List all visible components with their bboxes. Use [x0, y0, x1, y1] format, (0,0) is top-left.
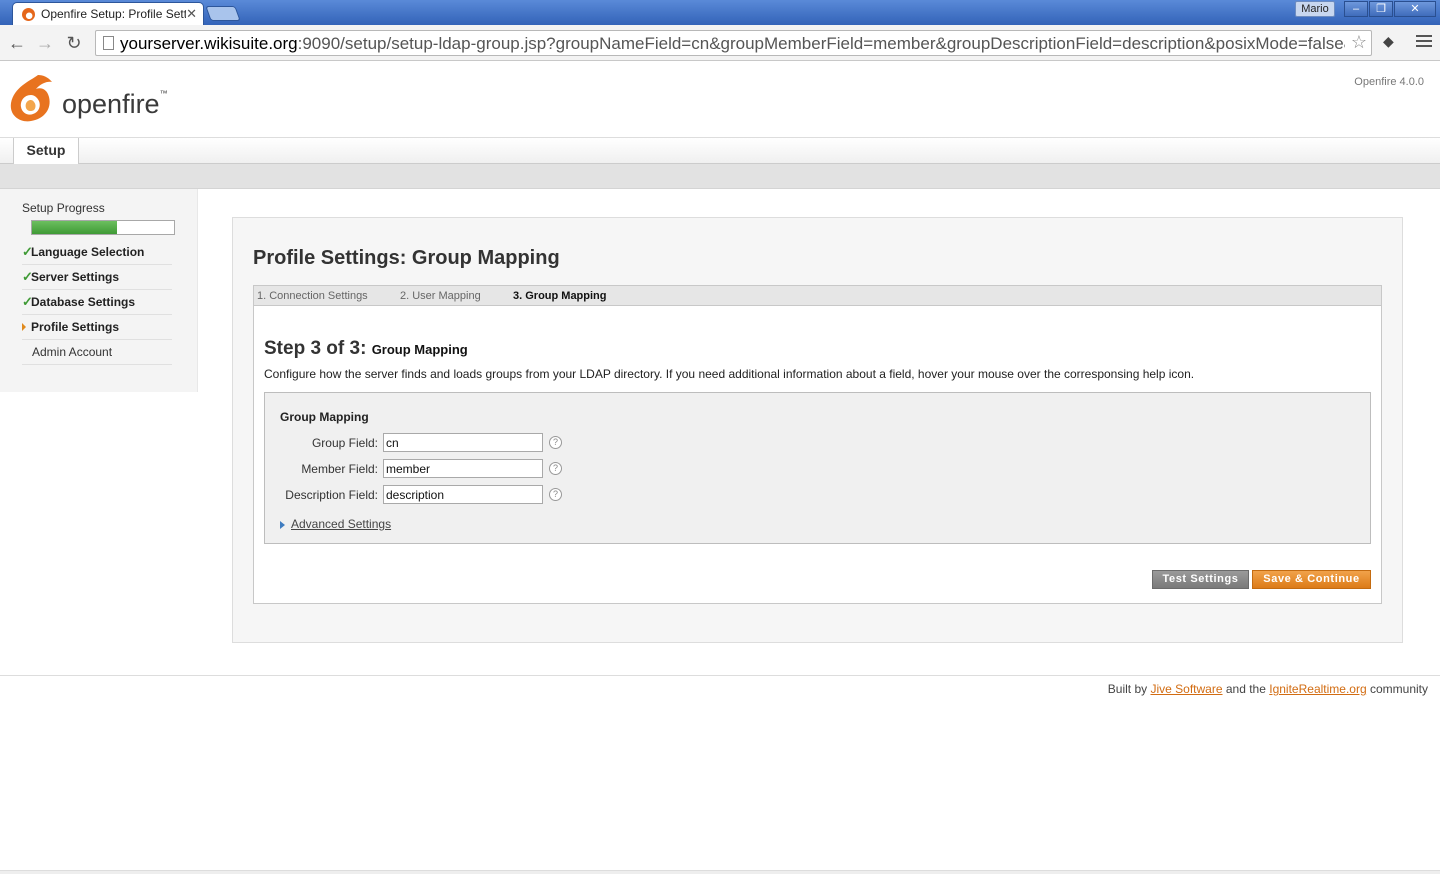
forward-icon[interactable]: → — [34, 32, 56, 54]
flame-icon — [10, 75, 53, 122]
group-field-label: Group Field: — [311, 436, 378, 450]
step-user-mapping: 2. User Mapping — [400, 290, 481, 302]
jive-software-link[interactable]: Jive Software — [1150, 682, 1222, 696]
new-tab-button[interactable] — [205, 6, 241, 21]
main-nav: Setup — [0, 137, 1440, 164]
step-content: Step 3 of 3: Group Mapping Configure how… — [253, 306, 1382, 604]
browser-tab[interactable]: Openfire Setup: Profile Settir ✕ — [12, 2, 204, 25]
setup-progress-bar — [31, 220, 175, 235]
openfire-favicon-icon — [22, 8, 35, 21]
description-field-label: Description Field: — [285, 488, 378, 502]
profile-user-badge[interactable]: Mario — [1295, 1, 1335, 17]
step-description: Configure how the server finds and loads… — [264, 367, 1195, 381]
address-url[interactable]: yourserver.wikisuite.org:9090/setup/setu… — [120, 33, 1345, 55]
sidebar-item-server-settings[interactable]: ✓ Server Settings — [22, 265, 172, 290]
browser-menu-icon[interactable] — [1416, 33, 1432, 49]
version-label: Openfire 4.0.0 — [1354, 76, 1424, 88]
window-bottom-edge — [0, 870, 1440, 874]
reload-icon[interactable]: ↻ — [63, 32, 85, 54]
setup-sidebar: Setup Progress ✓ Language Selection ✓ Serv… — [0, 189, 198, 392]
description-field-input[interactable] — [383, 485, 543, 504]
extension-icon[interactable]: ◆ — [1383, 33, 1399, 49]
sidebar-item-database-settings[interactable]: ✓ Database Settings — [22, 290, 172, 315]
step-heading: Step 3 of 3: Group Mapping — [264, 338, 468, 359]
save-continue-button[interactable]: Save & Continue — [1252, 570, 1371, 589]
brand-wordmark: openfire™ — [62, 89, 168, 119]
openfire-logo: openfire™ — [8, 69, 168, 129]
member-field-input[interactable] — [383, 459, 543, 478]
sidebar-item-language-selection[interactable]: ✓ Language Selection — [22, 240, 172, 265]
check-icon: ✓ — [22, 269, 33, 284]
group-mapping-box: Group Mapping Group Field: ? Member Fiel… — [264, 392, 1371, 544]
footer-divider — [0, 675, 1440, 676]
setup-progress-label: Setup Progress — [22, 201, 105, 215]
wizard-steps: 1. Connection Settings 2. User Mapping 3… — [253, 285, 1382, 306]
minimize-button[interactable]: – — [1344, 1, 1368, 17]
check-icon: ✓ — [22, 244, 33, 259]
help-icon[interactable]: ? — [549, 488, 562, 501]
progress-fill — [32, 221, 118, 234]
group-field-row: Group Field: ? — [265, 433, 665, 453]
step-group-mapping: 3. Group Mapping — [513, 290, 607, 302]
page-title: Profile Settings: Group Mapping — [253, 247, 560, 269]
back-icon[interactable]: ← — [6, 32, 28, 54]
bookmark-star-icon[interactable]: ☆ — [1351, 32, 1367, 53]
test-settings-button[interactable]: Test Settings — [1152, 570, 1249, 589]
footer: Built by Jive Software and the IgniteRea… — [1107, 682, 1428, 696]
advanced-settings-toggle[interactable]: Advanced Settings — [280, 517, 391, 531]
browser-titlebar: Openfire Setup: Profile Settir ✕ Mario –… — [0, 0, 1440, 25]
help-icon[interactable]: ? — [549, 462, 562, 475]
check-icon: ✓ — [22, 294, 33, 309]
setup-steps-list: ✓ Language Selection ✓ Server Settings ✓ Da… — [22, 240, 172, 365]
sidebar-item-profile-settings[interactable]: Profile Settings — [22, 315, 172, 340]
advanced-settings-link[interactable]: Advanced Settings — [291, 517, 391, 531]
ignite-realtime-link[interactable]: IgniteRealtime.org — [1269, 682, 1366, 696]
close-tab-icon[interactable]: ✕ — [186, 6, 197, 22]
sidebar-item-admin-account: Admin Account — [22, 340, 172, 365]
member-field-label: Member Field: — [301, 462, 378, 476]
sub-nav-bar — [0, 164, 1440, 189]
description-field-row: Description Field: ? — [265, 485, 665, 505]
group-field-input[interactable] — [383, 433, 543, 452]
restore-button[interactable]: ❐ — [1369, 1, 1393, 17]
tab-title: Openfire Setup: Profile Settir — [41, 7, 186, 21]
expand-triangle-icon — [280, 520, 285, 529]
address-bar[interactable]: yourserver.wikisuite.org:9090/setup/setu… — [95, 30, 1372, 56]
member-field-row: Member Field: ? — [265, 459, 665, 479]
help-icon[interactable]: ? — [549, 436, 562, 449]
close-window-button[interactable]: ✕ — [1394, 1, 1436, 17]
step-connection-settings: 1. Connection Settings — [257, 290, 368, 302]
current-step-arrow-icon — [22, 323, 26, 331]
page: openfire™ Openfire 4.0.0 Setup Setup Pro… — [0, 61, 1440, 874]
group-mapping-title: Group Mapping — [280, 410, 369, 424]
page-icon — [103, 36, 114, 50]
tab-setup[interactable]: Setup — [13, 138, 79, 164]
browser-toolbar: ← → ↻ yourserver.wikisuite.org:9090/setu… — [0, 25, 1440, 61]
